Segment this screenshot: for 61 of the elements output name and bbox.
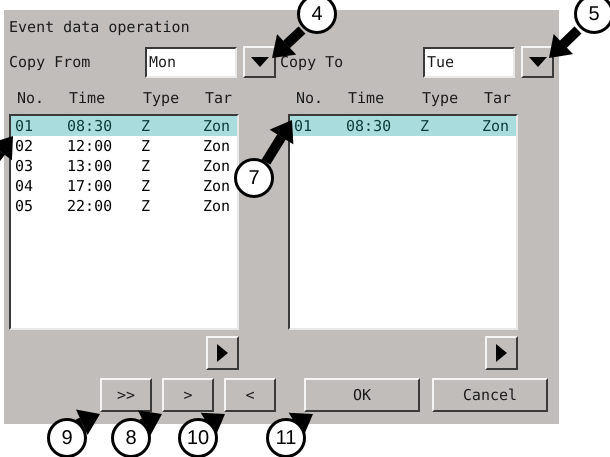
callout-arrow <box>549 26 582 58</box>
list-cell: Z <box>141 176 150 196</box>
copy-to-field[interactable]: Tue <box>423 46 515 78</box>
copy-from-field[interactable]: Mon <box>145 46 237 78</box>
list-cell: Zon <box>203 176 230 196</box>
list-cell: 17:00 <box>67 176 112 196</box>
list-cell: 05 <box>15 196 34 216</box>
play-right-icon <box>496 344 507 362</box>
copy-from-label: Copy From <box>9 52 92 73</box>
list-cell: 01 <box>294 116 312 136</box>
dropdown-button[interactable] <box>243 46 276 78</box>
list-cell: Z <box>141 136 150 156</box>
ok-button[interactable]: OK <box>304 378 420 412</box>
list-cell: 02 <box>15 136 34 156</box>
list-row[interactable]: 01 08:30 Z Zon <box>290 116 516 136</box>
callout-number: 9 <box>47 418 87 457</box>
column-header: No. <box>17 88 44 108</box>
column-header: Time <box>69 88 106 108</box>
list-cell: Z <box>141 196 150 216</box>
scroll-right-button[interactable] <box>206 336 239 370</box>
column-header: Tar <box>205 88 232 108</box>
list-cell: Zon <box>203 156 230 176</box>
callout-number: 11 <box>266 418 306 457</box>
caret-down-icon <box>528 57 546 67</box>
column-header: Type <box>143 88 180 108</box>
list-cell: 13:00 <box>67 156 112 176</box>
list-cell: 03 <box>15 156 34 176</box>
column-header: Time <box>348 88 384 108</box>
list-cell: Zon <box>203 196 230 216</box>
transfer-button[interactable]: > <box>162 378 214 412</box>
callout-arrow <box>76 410 100 436</box>
transfer-button[interactable]: >> <box>100 378 152 412</box>
dropdown-button[interactable] <box>521 46 554 78</box>
list-cell: Z <box>420 116 430 136</box>
list-cell: 08:30 <box>67 116 112 136</box>
column-header: Type <box>422 88 458 108</box>
callout-arrow <box>262 120 294 165</box>
callout-number: 8 <box>111 418 151 457</box>
caret-down-icon <box>250 57 268 67</box>
play-right-icon <box>217 344 228 362</box>
column-header: Tar <box>484 88 512 108</box>
list-cell: 04 <box>15 176 34 196</box>
copy-to-label: Copy To <box>280 52 344 73</box>
list-cell: 01 <box>15 116 34 136</box>
scroll-right-button[interactable] <box>485 336 518 370</box>
list-cell: 08:30 <box>346 116 392 136</box>
column-header: No. <box>296 88 324 108</box>
list-cell: Zon <box>482 116 510 136</box>
list-cell: 12:00 <box>67 136 112 156</box>
list-cell: Zon <box>203 136 230 156</box>
cancel-button[interactable]: Cancel <box>432 378 548 412</box>
window-title: Event data operation <box>9 17 191 38</box>
callout-number: 5 <box>574 0 610 34</box>
list-cell: Z <box>141 156 150 176</box>
callout-number: 10 <box>178 418 218 457</box>
list-cell: 22:00 <box>67 196 112 216</box>
list-cell: Zon <box>203 116 230 136</box>
list-row[interactable]: 01 08:30 Z Zon <box>11 116 237 136</box>
callout-arrow <box>272 26 306 58</box>
list-cell: Z <box>141 116 150 136</box>
transfer-button[interactable]: < <box>224 378 276 412</box>
